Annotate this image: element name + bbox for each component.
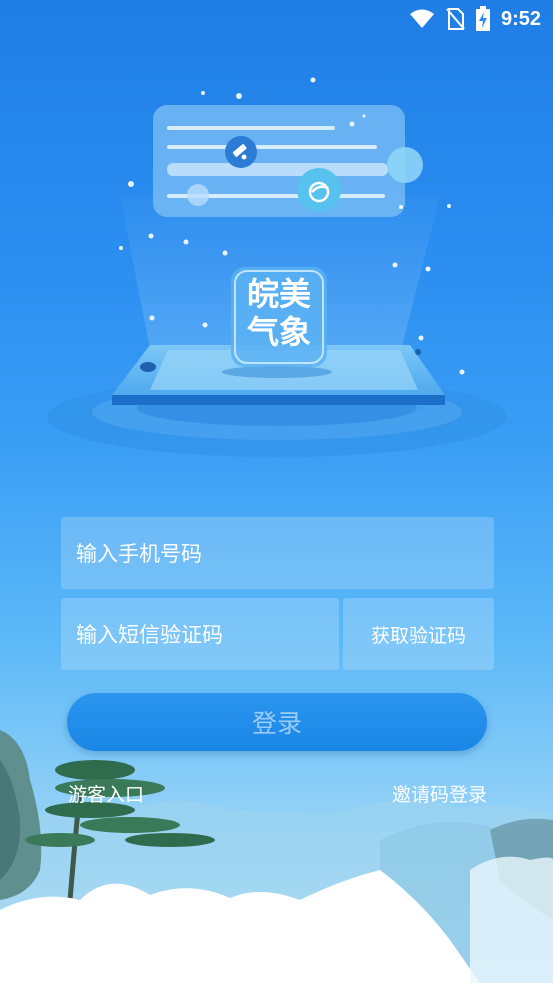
weather-icon [297,168,341,212]
logo-line-1: 皖美 [246,275,311,313]
login-button[interactable]: 登录 [67,693,487,751]
sms-code-input[interactable]: 输入短信验证码 [61,598,339,670]
status-time: 9:52 [500,7,541,30]
mountain-scenery [0,730,553,983]
logo-text: 皖美 气象 [236,275,322,351]
phone-input[interactable]: 输入手机号码 [61,517,494,589]
login-label: 登录 [251,709,302,738]
hero-illustration [47,77,507,457]
logo-line-2: 气象 [246,313,311,351]
get-code-label: 获取验证码 [370,624,466,647]
guest-entry-link[interactable]: 游客入口 [68,780,144,807]
satellite-icon [225,136,257,168]
phone-placeholder: 输入手机号码 [76,542,202,566]
no-sim-icon [446,8,465,30]
hologram-card [153,105,423,217]
status-icons: 9:52 [409,6,541,32]
invite-code-login-link[interactable]: 邀请码登录 [392,780,487,807]
battery-charging-icon [475,6,490,31]
hologram-dot [387,147,423,183]
sms-code-placeholder: 输入短信验证码 [76,623,223,647]
wifi-icon [409,9,434,28]
status-bar: 9:52 [0,0,553,38]
get-code-button[interactable]: 获取验证码 [343,598,494,670]
